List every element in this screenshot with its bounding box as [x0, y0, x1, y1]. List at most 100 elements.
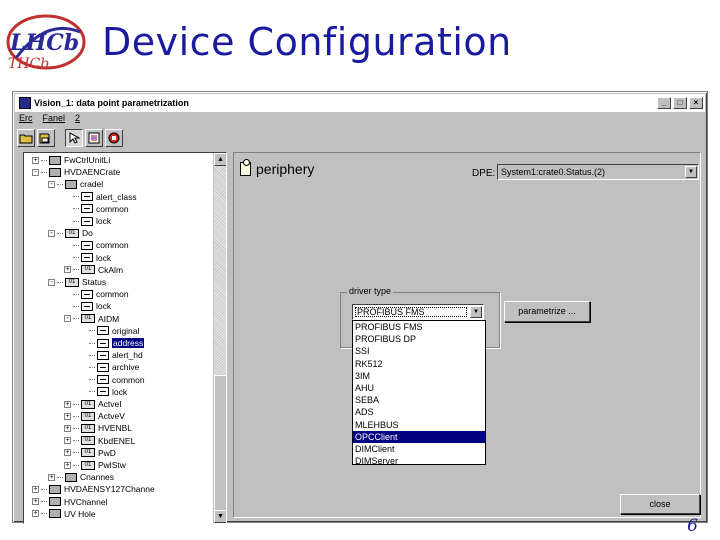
expand-icon[interactable]: +	[64, 437, 71, 445]
tree-item[interactable]: original	[80, 325, 139, 337]
tree-item[interactable]: - 01 Status	[48, 276, 106, 288]
datapoint-tree[interactable]: + FwCtrlUnitLi - HVDAENCrate - cradel alert_cl…	[23, 152, 227, 524]
list-icon	[88, 132, 100, 144]
tree-item[interactable]: - 01 Do	[48, 227, 93, 239]
close-window-button[interactable]: ×	[689, 97, 703, 109]
tree-scrollbar[interactable]: ▲ ▼	[213, 153, 226, 523]
driver-type-dropdown-list[interactable]: PROFIBUS FMS PROFIBUS DP SSI RK512 3IM AHU SEB…	[352, 320, 486, 467]
tree-item[interactable]: +01 ActveV	[64, 410, 125, 422]
collapse-icon[interactable]: -	[64, 315, 71, 323]
tree-item[interactable]: common	[64, 203, 129, 215]
expand-icon[interactable]: +	[32, 510, 39, 518]
tree-item[interactable]: alert_hd	[80, 349, 143, 361]
tree-item[interactable]: - cradel	[48, 178, 103, 190]
save-button[interactable]	[37, 129, 55, 147]
tree-item[interactable]: address	[80, 337, 145, 349]
expand-icon[interactable]: +	[32, 485, 39, 493]
list-button[interactable]	[85, 129, 103, 147]
dpe-label: DPE:	[472, 168, 496, 179]
scroll-down-button[interactable]: ▼	[214, 510, 226, 523]
expand-icon[interactable]: +	[64, 412, 71, 420]
driver-option[interactable]: PROFIBUS FMS	[353, 321, 485, 333]
tree-item[interactable]: common	[64, 288, 129, 300]
collapse-icon[interactable]: -	[48, 180, 55, 188]
maximize-button[interactable]: □	[673, 97, 687, 109]
driver-option[interactable]: 3IM	[353, 370, 485, 382]
window-titlebar[interactable]: Vision_1: data point parametrization _ □…	[15, 94, 705, 112]
driver-dropdown-arrow[interactable]: ▼	[470, 306, 482, 318]
tree-item[interactable]: + Cnannes	[48, 471, 114, 483]
tree-item[interactable]: - 01 AIDM	[64, 313, 119, 325]
minimize-button[interactable]: _	[657, 97, 671, 109]
expand-icon[interactable]: +	[32, 498, 39, 506]
tree-item[interactable]: lock	[64, 300, 111, 312]
tree-item[interactable]: + UV Hole	[32, 508, 96, 520]
tree-item-label: lock	[96, 252, 112, 263]
tree-item-label: UV Hole	[64, 508, 96, 519]
expand-icon[interactable]: +	[32, 156, 39, 164]
page-number: 6	[687, 516, 698, 536]
tree-item[interactable]: archive	[80, 361, 139, 373]
tree-item[interactable]: lock	[64, 252, 111, 264]
collapse-icon[interactable]: -	[48, 278, 55, 286]
dpe-select[interactable]: System1:crate0.Status.(2) ▼	[497, 164, 699, 180]
scroll-up-button[interactable]: ▲	[214, 153, 226, 166]
open-button[interactable]	[17, 129, 35, 147]
expand-icon[interactable]: +	[48, 473, 55, 481]
bit-pattern-icon: 01	[65, 228, 79, 238]
element-icon	[97, 362, 109, 372]
collapse-icon[interactable]: -	[48, 229, 55, 237]
tree-item[interactable]: + FwCtrlUnitLi	[32, 154, 110, 166]
driver-option[interactable]: OPCClient	[353, 430, 485, 443]
pointer-button[interactable]	[65, 129, 83, 147]
tree-item-label: alert_hd	[112, 350, 143, 361]
element-icon	[81, 301, 93, 311]
dpe-dropdown-arrow[interactable]: ▼	[685, 166, 697, 178]
tree-item[interactable]: +01 HVENBL	[64, 422, 132, 434]
tree-item-label: ActveV	[98, 411, 125, 422]
driver-option[interactable]: SEBA	[353, 394, 485, 406]
tree-item-label: Do	[82, 228, 93, 239]
driver-option[interactable]: PROFIBUS DP	[353, 333, 485, 345]
expand-icon[interactable]: +	[64, 400, 71, 408]
tree-item[interactable]: common	[80, 374, 145, 386]
tree-item[interactable]: alert_class	[64, 191, 137, 203]
driver-option[interactable]: MLEHBUS	[353, 419, 485, 431]
tree-item-label: alert_class	[96, 191, 137, 202]
element-icon	[97, 326, 109, 336]
tree-item[interactable]: +01 CkAlm	[64, 264, 123, 276]
menu-item-panel[interactable]: Fanel	[43, 113, 66, 127]
tree-item[interactable]: +01 PwlStw	[64, 459, 126, 471]
tree-item[interactable]: lock	[64, 215, 111, 227]
tree-content: + FwCtrlUnitLi - HVDAENCrate - cradel alert_cl…	[24, 153, 213, 523]
tree-item[interactable]: +01 PwD	[64, 447, 116, 459]
expand-icon[interactable]: +	[64, 449, 71, 457]
driver-option[interactable]: DIMClient	[353, 443, 485, 455]
chip-button[interactable]	[105, 129, 123, 147]
menu-item-help[interactable]: 2	[75, 113, 80, 127]
tree-item[interactable]: + HVDAENSY127Channe	[32, 483, 155, 495]
tree-item[interactable]: common	[64, 239, 129, 251]
collapse-icon[interactable]: -	[32, 168, 39, 176]
scroll-thumb[interactable]	[214, 375, 226, 523]
tree-item[interactable]: - HVDAENCrate	[32, 166, 120, 178]
tree-item[interactable]: + HVChannel	[32, 496, 107, 508]
driver-option[interactable]: ADS	[353, 406, 485, 418]
driver-option[interactable]: AHU	[353, 382, 485, 394]
tree-item-label: original	[112, 325, 140, 336]
tree-item[interactable]: +01 ActveI	[64, 398, 122, 410]
expand-icon[interactable]: +	[64, 424, 71, 432]
driver-option[interactable]: SSI	[353, 345, 485, 357]
parametrize-button[interactable]: parametrize ...	[504, 301, 590, 322]
tree-item[interactable]: lock	[80, 386, 127, 398]
driver-type-select[interactable]: PROFIBUS FMS ▼	[352, 304, 484, 320]
expand-icon[interactable]: +	[64, 461, 71, 469]
expand-icon[interactable]: +	[64, 266, 71, 274]
driver-option[interactable]: DIMServer	[353, 455, 485, 467]
menubar: Erc Fanel 2	[17, 113, 80, 127]
menu-item-file[interactable]: Erc	[19, 113, 33, 127]
tree-item[interactable]: +01 KbdENEL	[64, 435, 135, 447]
close-button[interactable]: close	[620, 494, 700, 514]
driver-option[interactable]: RK512	[353, 358, 485, 370]
slide-title: Device Configuration	[102, 20, 512, 64]
